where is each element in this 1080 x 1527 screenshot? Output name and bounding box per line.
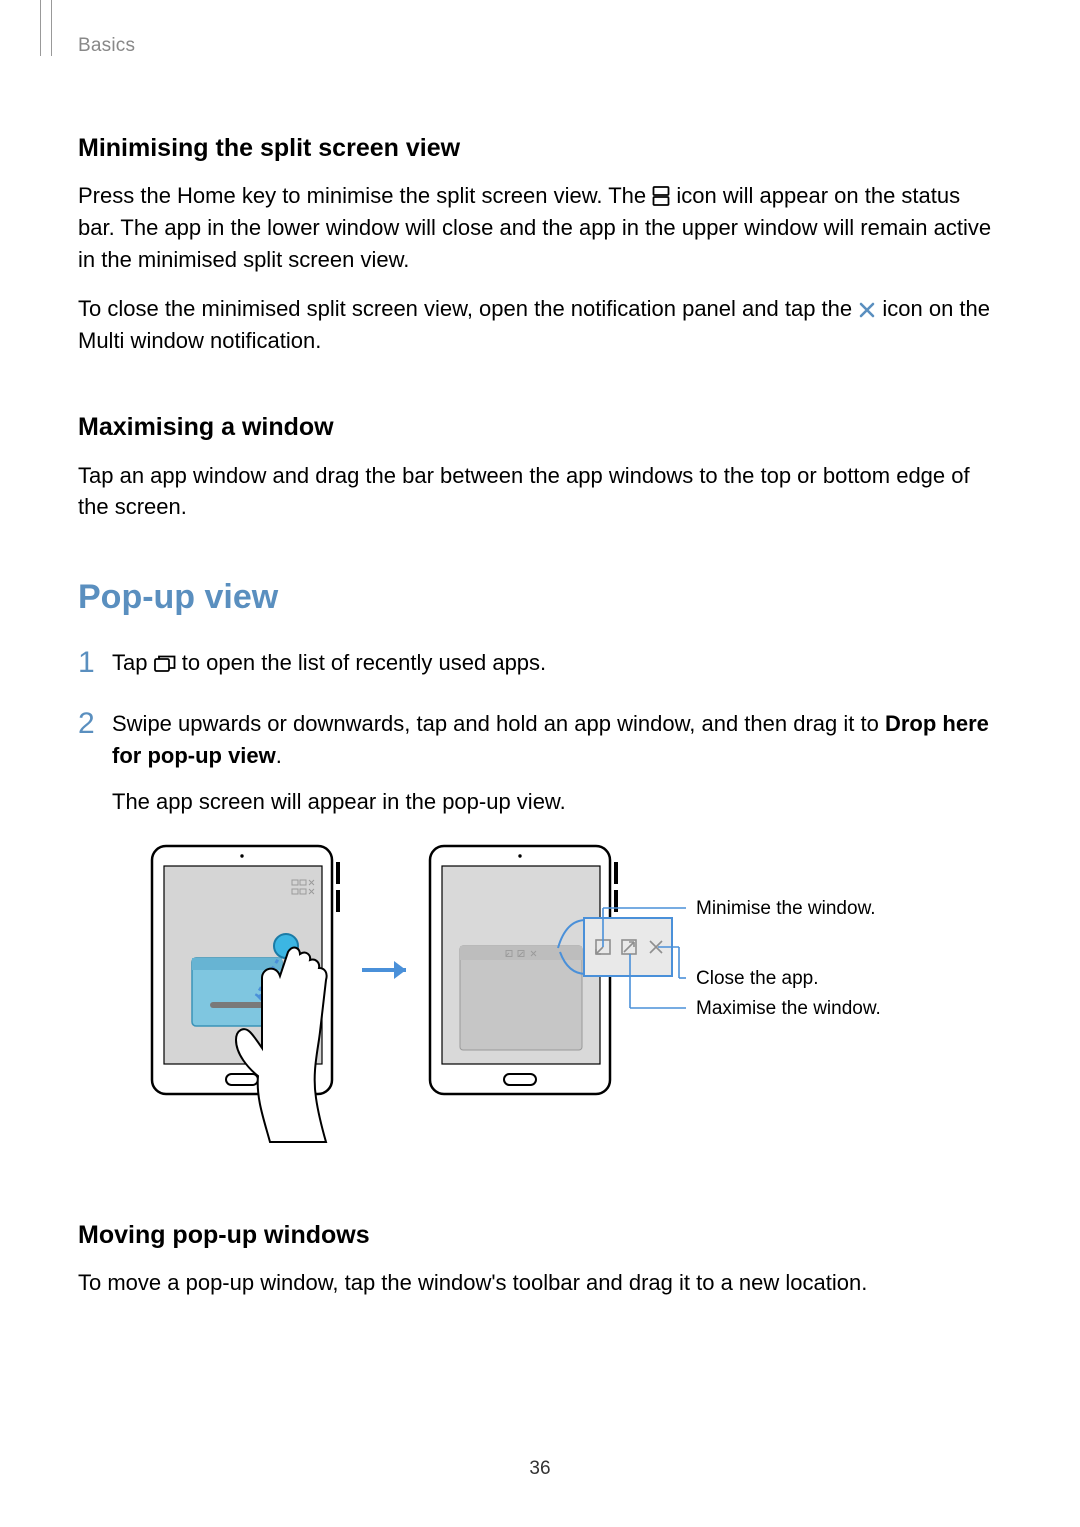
callout-label-close: Close the app.: [696, 968, 819, 989]
text-fragment: Swipe upwards or downwards, tap and hold…: [112, 711, 885, 736]
step-2: 2 Swipe upwards or downwards, tap and ho…: [78, 708, 1002, 1165]
step-1: 1 Tap to open the list of recently used …: [78, 647, 1002, 679]
arrow-right-icon: [362, 961, 406, 979]
heading-moving-popup: Moving pop-up windows: [78, 1217, 1002, 1253]
body-text: Press the Home key to minimise the split…: [78, 180, 1002, 276]
page-number: 36: [0, 1455, 1080, 1483]
recents-icon: [154, 655, 176, 673]
split-screen-icon: [652, 186, 670, 206]
text-fragment: To close the minimised split screen view…: [78, 296, 858, 321]
text-fragment: Tap: [112, 650, 154, 675]
heading-maximise-window: Maximising a window: [78, 409, 1002, 445]
text-fragment: .: [276, 743, 282, 768]
step-number: 2: [78, 702, 95, 746]
close-x-icon: [858, 301, 876, 319]
step-subtext: The app screen will appear in the pop-up…: [112, 786, 1002, 818]
step-number: 1: [78, 641, 95, 685]
callout-label-minimise: Minimise the window.: [696, 898, 876, 919]
figure-popup-view: Minimise the window. Close the app. Maxi…: [146, 840, 1002, 1165]
heading-minimise-split: Minimising the split screen view: [78, 130, 1002, 166]
text-fragment: to open the list of recently used apps.: [176, 650, 547, 675]
header-rule: [40, 0, 52, 56]
header-section-label: Basics: [78, 32, 1002, 60]
text-fragment: Press the Home key to minimise the split…: [78, 183, 652, 208]
callout-label-maximise: Maximise the window.: [696, 998, 881, 1019]
heading-popup-view: Pop-up view: [78, 573, 1002, 622]
steps-list: 1 Tap to open the list of recently used …: [78, 647, 1002, 1165]
body-text: Tap an app window and drag the bar betwe…: [78, 460, 1002, 524]
body-text: To close the minimised split screen view…: [78, 293, 1002, 357]
body-text: To move a pop-up window, tap the window'…: [78, 1267, 1002, 1299]
